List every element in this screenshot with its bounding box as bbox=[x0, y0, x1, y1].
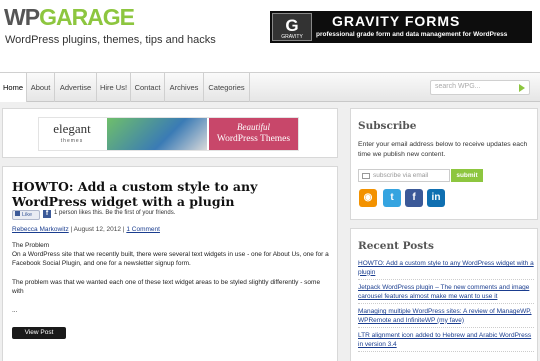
nav-contact[interactable]: Contact bbox=[131, 73, 165, 102]
facebook-icon[interactable]: f bbox=[405, 189, 423, 207]
ad-headline-panel: Beautiful WordPress Themes bbox=[209, 118, 298, 150]
email-placeholder: subscribe via email bbox=[373, 172, 429, 179]
gravity-logo-icon: G GRAVITY bbox=[272, 13, 312, 41]
nav-archives[interactable]: Archives bbox=[165, 73, 204, 102]
subscribe-widget: Subscribe Enter your email address below… bbox=[350, 108, 538, 220]
gravity-forms-banner[interactable]: G GRAVITY GRAVITY FORMS professional gra… bbox=[270, 11, 532, 43]
thumbs-up-icon bbox=[15, 211, 20, 216]
nav-home[interactable]: Home bbox=[0, 73, 27, 102]
site-tagline: WordPress plugins, themes, tips and hack… bbox=[5, 34, 216, 46]
like-label: Like bbox=[22, 212, 33, 218]
nav-about[interactable]: About bbox=[27, 73, 55, 102]
nav-advertise[interactable]: Advertise bbox=[55, 73, 97, 102]
like-count-text: 1 person likes this. Be the first of you… bbox=[54, 210, 176, 216]
ad-container: elegant themes Beautiful WordPress Theme… bbox=[2, 108, 338, 158]
ad-headline1: Beautiful bbox=[237, 122, 270, 132]
post-paragraph-1: On a WordPress site that we recently bui… bbox=[12, 251, 329, 267]
post-paragraph-2: The problem was that we wanted each one … bbox=[12, 279, 321, 295]
search-arrow-icon[interactable] bbox=[519, 84, 525, 92]
mail-icon bbox=[362, 173, 370, 179]
recent-posts-list: HOWTO: Add a custom style to any WordPre… bbox=[358, 260, 534, 356]
twitter-icon[interactable]: t bbox=[383, 189, 401, 207]
search-placeholder: search WPG... bbox=[435, 83, 481, 90]
recent-post-link[interactable]: Managing multiple WordPress sites: A rev… bbox=[358, 308, 534, 328]
badge-letter: G bbox=[285, 16, 299, 35]
elegant-themes-ad[interactable]: elegant themes Beautiful WordPress Theme… bbox=[38, 117, 299, 151]
rss-icon[interactable]: ◉ bbox=[359, 189, 377, 207]
recent-posts-widget: Recent Posts HOWTO: Add a custom style t… bbox=[350, 228, 538, 361]
email-field[interactable]: subscribe via email bbox=[358, 169, 450, 182]
ad-headline2: WordPress Themes bbox=[216, 134, 291, 144]
post-heading: The Problem bbox=[12, 242, 50, 249]
facebook-like-button[interactable]: Like bbox=[12, 210, 40, 220]
post-card: HOWTO: Add a custom style to any WordPre… bbox=[2, 166, 338, 361]
subscribe-text: Enter your email address below to receiv… bbox=[358, 141, 528, 158]
view-post-button[interactable]: View Post bbox=[12, 327, 66, 339]
main-nav: Home About Advertise Hire Us! Contact Ar… bbox=[0, 72, 540, 102]
post-comments[interactable]: 1 Comment bbox=[126, 226, 160, 233]
post-meta: Rebecca Markowitz | August 12, 2012 | 1 … bbox=[12, 226, 160, 233]
ad-brand-sub: themes bbox=[60, 138, 84, 144]
logo-garage: GARAGE bbox=[39, 4, 135, 30]
badge-small-text: GRAVITY bbox=[281, 34, 303, 40]
site-logo[interactable]: WPGARAGE bbox=[4, 4, 135, 30]
ad-screenshot-image bbox=[107, 118, 207, 150]
nav-categories[interactable]: Categories bbox=[204, 73, 250, 102]
nav-hire-us[interactable]: Hire Us! bbox=[97, 73, 131, 102]
recent-post-link[interactable]: Jetpack WordPress plugin – The new comme… bbox=[358, 284, 534, 304]
recent-posts-title: Recent Posts bbox=[358, 240, 434, 252]
linkedin-icon[interactable]: in bbox=[427, 189, 445, 207]
submit-button[interactable]: submit bbox=[451, 169, 483, 182]
post-date: August 12, 2012 bbox=[73, 226, 122, 233]
recent-post-link[interactable]: LTR alignment icon added to Hebrew and A… bbox=[358, 332, 534, 352]
post-title[interactable]: HOWTO: Add a custom style to any WordPre… bbox=[12, 179, 332, 209]
site-header: WPGARAGE WordPress plugins, themes, tips… bbox=[0, 0, 540, 72]
search-input[interactable]: search WPG... bbox=[430, 80, 530, 95]
banner-name: GRAVITY FORMS bbox=[332, 13, 461, 29]
subscribe-title: Subscribe bbox=[358, 120, 417, 132]
logo-wp: WP bbox=[4, 4, 40, 30]
ad-brand: elegant bbox=[53, 121, 91, 136]
post-ellipsis: ... bbox=[12, 307, 18, 314]
post-author[interactable]: Rebecca Markowitz bbox=[12, 226, 69, 233]
recent-post-link[interactable]: HOWTO: Add a custom style to any WordPre… bbox=[358, 260, 534, 280]
facebook-icon: f bbox=[43, 210, 51, 218]
banner-subtitle: professional grade form and data managem… bbox=[316, 31, 508, 38]
